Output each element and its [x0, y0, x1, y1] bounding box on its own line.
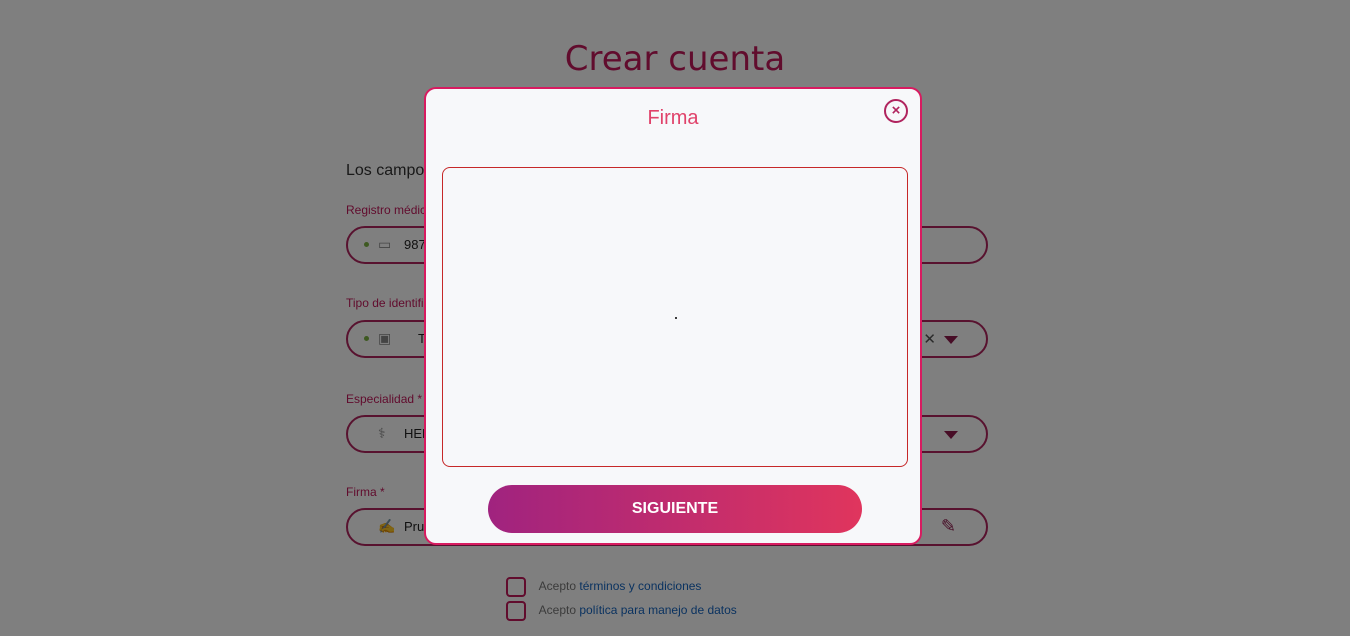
- signature-pad[interactable]: [442, 167, 908, 467]
- signature-modal: Firma × SIGUIENTE: [424, 87, 922, 545]
- signature-stroke: [675, 317, 677, 319]
- modal-title: Firma: [647, 107, 699, 129]
- close-icon[interactable]: ×: [884, 99, 908, 123]
- next-button[interactable]: SIGUIENTE: [488, 485, 862, 533]
